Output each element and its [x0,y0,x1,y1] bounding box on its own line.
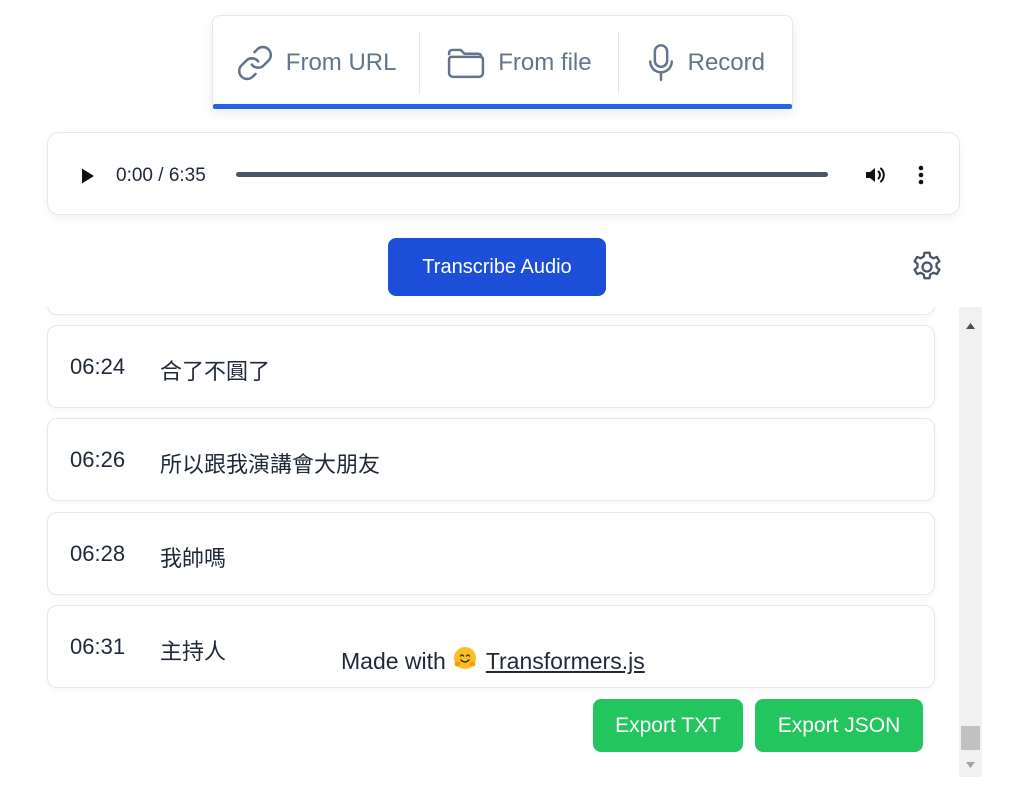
from-file-tab[interactable]: From file [420,26,617,100]
from-url-label: From URL [285,48,397,76]
transcribe-audio-button[interactable]: Transcribe Audio [388,238,606,296]
export-json-button[interactable]: Export JSON [755,699,923,752]
hugging-face-emoji-icon [452,645,478,677]
link-icon [236,44,274,82]
transformers-js-link[interactable]: Transformers.js [452,645,645,677]
transcript-row [47,307,935,315]
volume-icon[interactable] [863,163,887,192]
audio-source-tabs: From URL From file Record [212,15,793,109]
gear-icon[interactable] [909,249,945,290]
transcript-scrollbar[interactable] [959,307,982,777]
transformers-js-label: Transformers.js [485,647,645,674]
record-label: Record [687,48,765,76]
timestamp: 06:28 [70,541,126,566]
transcript-text: 我帥嗎 [160,546,227,571]
transcript-text: 所以跟我演講會大朋友 [160,452,381,477]
more-options-icon[interactable] [915,163,927,192]
from-url-tab[interactable]: From URL [213,26,419,100]
scroll-up-arrow-icon[interactable] [965,317,976,335]
scrollbar-thumb[interactable] [961,726,980,750]
transcript-text: 合了不圓了 [160,359,271,384]
transcript-row: 06:24 合了不圓了 [47,325,935,408]
transcript-row: 06:28 我帥嗎 [47,512,935,595]
timestamp: 06:24 [70,354,126,379]
microphone-icon [646,43,676,83]
made-with-credit: Made with Transformers.js [341,645,645,677]
seek-slider[interactable] [236,172,828,177]
from-file-label: From file [498,48,592,76]
timestamp: 06:26 [70,447,126,472]
made-with-text: Made with [341,647,446,674]
folder-icon [446,45,486,81]
export-txt-button[interactable]: Export TXT [593,699,743,752]
transcript-row: 06:26 所以跟我演講會大朋友 [47,418,935,501]
playback-time: 0:00 / 6:35 [116,165,206,186]
scroll-down-arrow-icon[interactable] [965,756,976,774]
timestamp: 06:31 [70,634,126,659]
record-tab[interactable]: Record [619,26,792,100]
play-icon[interactable] [80,167,96,190]
transcript-text: 主持人 [160,639,227,664]
